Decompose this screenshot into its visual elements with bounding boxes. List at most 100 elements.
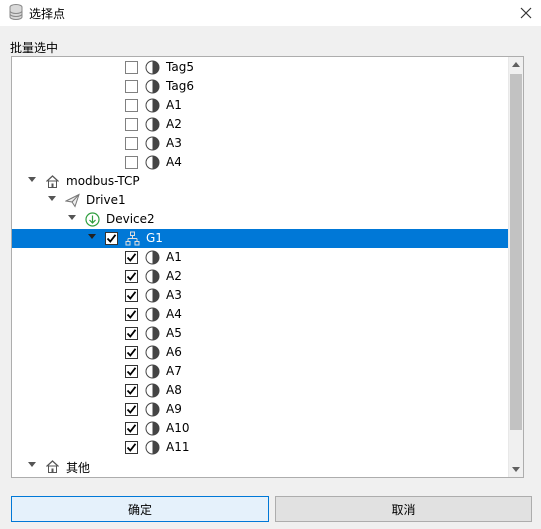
tree-row[interactable]: A3 [12,286,508,305]
half-circle-point-icon [145,383,160,398]
tree-checkbox[interactable] [125,308,138,321]
tree-row[interactable]: Drive1 [12,191,508,210]
tree-item-label: G1 [146,231,163,245]
checkmark-icon [126,329,137,338]
scrollbar-thumb[interactable] [510,74,522,430]
half-circle-point-icon [145,345,160,360]
half-circle-point-icon [145,117,160,132]
tree-checkbox[interactable] [125,403,138,416]
app-database-icon [9,4,23,20]
tree-row[interactable]: A2 [12,267,508,286]
tree-checkbox[interactable] [125,270,138,283]
send-plane-icon [65,193,80,208]
half-circle-point-icon [145,364,160,379]
tree-item-label: modbus-TCP [66,174,140,188]
tree-row[interactable]: Tag6 [12,77,508,96]
tree-checkbox[interactable] [125,289,138,302]
expand-arrow-icon[interactable] [88,234,96,239]
tree-checkbox[interactable] [125,365,138,378]
scroll-up-button[interactable] [509,57,523,72]
tree-checkbox[interactable] [125,118,138,131]
tree-row[interactable]: A5 [12,324,508,343]
half-circle-point-icon [145,155,160,170]
tree-row[interactable]: A2 [12,115,508,134]
expand-arrow-icon[interactable] [28,177,36,182]
half-circle-point-icon [145,402,160,417]
tree-checkbox[interactable] [125,251,138,264]
arrow-up-icon [512,62,520,67]
tree-item-label: 其他 [66,461,91,475]
tree-row[interactable]: A11 [12,438,508,457]
tree-item-label: A9 [166,402,182,416]
tree-item-label: A10 [166,421,190,435]
expand-arrow-icon[interactable] [28,462,36,467]
half-circle-point-icon [145,136,160,151]
tree-row[interactable]: A10 [12,419,508,438]
title-bar: 选择点 [0,0,541,26]
tree-row[interactable]: A8 [12,381,508,400]
half-circle-point-icon [145,307,160,322]
tree-checkbox[interactable] [125,441,138,454]
tree-item-label: A8 [166,383,182,397]
tree-checkbox[interactable] [125,80,138,93]
point-tree[interactable]: Tag5 Tag6 A1 A2 A3 A4 modbus-TCP Drive1 Device2 G… [11,56,524,478]
half-circle-point-icon [145,440,160,455]
expand-arrow-icon[interactable] [48,196,56,201]
tree-item-label: Tag5 [166,60,194,74]
checkmark-icon [126,272,137,281]
checkmark-icon [126,253,137,262]
tree-checkbox[interactable] [125,156,138,169]
half-circle-point-icon [145,288,160,303]
tree-row[interactable]: A1 [12,96,508,115]
close-button[interactable] [511,0,541,26]
checkmark-icon [126,291,137,300]
network-group-icon [125,231,140,246]
checkmark-icon [126,424,137,433]
tree-checkbox[interactable] [125,384,138,397]
tree-row[interactable]: A9 [12,400,508,419]
half-circle-point-icon [145,79,160,94]
tree-checkbox[interactable] [125,137,138,150]
arrow-down-icon [512,467,520,472]
scroll-down-button[interactable] [509,462,523,477]
tree-checkbox[interactable] [125,327,138,340]
tree-row[interactable]: A7 [12,362,508,381]
window-title: 选择点 [29,7,66,21]
tree-row[interactable]: A4 [12,153,508,172]
cancel-button[interactable]: 取消 [275,496,532,522]
tree-item-label: A1 [166,98,182,112]
tree-row[interactable]: A1 [12,248,508,267]
tree-item-label: A6 [166,345,182,359]
half-circle-point-icon [145,421,160,436]
tree-item-label: A1 [166,250,182,264]
tree-row[interactable]: Tag5 [12,58,508,77]
half-circle-point-icon [145,326,160,341]
ok-button[interactable]: 确定 [11,496,269,522]
tree-checkbox[interactable] [105,232,118,245]
checkmark-icon [126,310,137,319]
tree-checkbox[interactable] [125,99,138,112]
tree-row[interactable]: 其他 [12,457,508,476]
tree-row[interactable]: Device2 [12,210,508,229]
home-icon [46,460,59,473]
tree-item-label: A4 [166,307,182,321]
half-circle-point-icon [145,269,160,284]
tree-checkbox[interactable] [125,422,138,435]
vertical-scrollbar[interactable] [508,57,523,477]
tree-item-label: A4 [166,155,182,169]
checkmark-icon [126,443,137,452]
expand-arrow-icon[interactable] [68,215,76,220]
batch-select-label: 批量选中 [10,41,59,55]
half-circle-point-icon [145,250,160,265]
tree-item-label: Device2 [106,212,155,226]
download-circle-icon [85,212,100,227]
tree-row[interactable]: A3 [12,134,508,153]
tree-row[interactable]: A6 [12,343,508,362]
tree-row[interactable]: A4 [12,305,508,324]
tree-row[interactable]: modbus-TCP [12,172,508,191]
tree-row[interactable]: G1 [12,229,508,248]
checkmark-icon [126,367,137,376]
tree-checkbox[interactable] [125,346,138,359]
tree-checkbox[interactable] [125,61,138,74]
close-icon [520,7,532,19]
